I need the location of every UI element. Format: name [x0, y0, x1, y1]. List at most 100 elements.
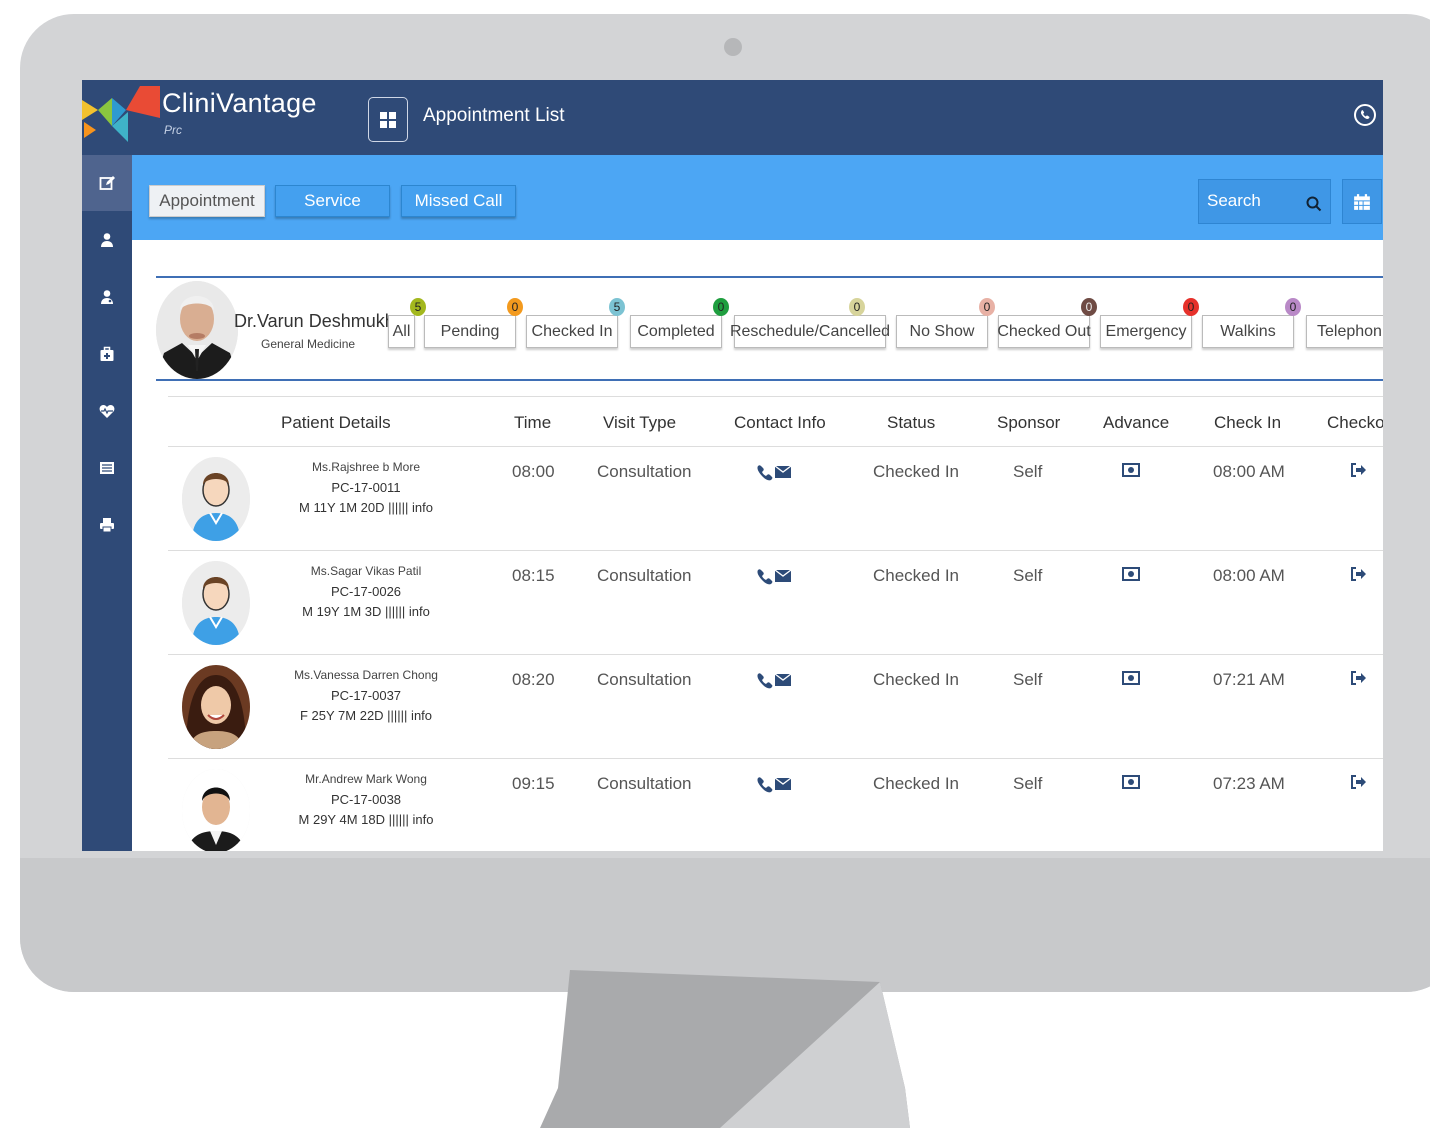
doctor-name: Dr.Varun Deshmukh: [234, 311, 395, 331]
sign-out-icon[interactable]: [1350, 463, 1366, 477]
filter-emergency[interactable]: Emergency 0: [1100, 298, 1199, 348]
money-icon[interactable]: [1122, 567, 1140, 581]
filter-no-show[interactable]: No Show 0: [896, 298, 995, 348]
phone-icon[interactable]: [756, 775, 792, 793]
col-checkout: Checkout: [1327, 413, 1383, 432]
table-row[interactable]: Ms.Sagar Vikas Patil PC-17-0026 M 19Y 1M…: [168, 551, 1383, 655]
filter-walkins[interactable]: Walkins 0: [1202, 298, 1301, 348]
filter-label: Telephonic: [1317, 322, 1383, 340]
visit-type: Consultation: [597, 566, 692, 585]
count-badge: 5: [609, 298, 625, 316]
sidebar-item-appointments[interactable]: [82, 155, 132, 211]
filter-label: Emergency: [1105, 322, 1187, 340]
filter-label: All: [392, 322, 411, 340]
count-badge: 0: [1081, 298, 1097, 316]
filter-label: Completed: [637, 322, 715, 340]
male-avatar: [182, 561, 250, 645]
patient-id: PC-17-0037: [330, 688, 402, 703]
phone-call-icon[interactable]: [1353, 103, 1377, 127]
brand-name: CliniVantage: [162, 88, 317, 118]
sidebar-item-list[interactable]: [82, 440, 132, 496]
filter-label: No Show: [909, 322, 975, 340]
filter-pending[interactable]: Pending 0: [424, 298, 523, 348]
count-badge: 0: [1285, 298, 1301, 316]
filter-reschedule-cancelled[interactable]: Reschedule/Cancelled 0: [730, 298, 890, 348]
check-in-time: 07:23 AM: [1213, 774, 1285, 793]
monitor-stand: [540, 970, 910, 1128]
count-badge: 5: [410, 298, 426, 316]
sidebar-item-doctors[interactable]: [82, 269, 132, 325]
patient-name[interactable]: Ms.Vanessa Darren Chong: [266, 668, 466, 682]
col-visit-type: Visit Type: [603, 413, 677, 432]
top-bar: CliniVantage Prc Appointment List: [82, 80, 1383, 155]
status-text: Checked In: [873, 566, 959, 585]
filter-checked-out[interactable]: Checked Out 0: [997, 298, 1097, 348]
grid-icon: [380, 111, 396, 128]
col-sponsor: Sponsor: [997, 413, 1061, 432]
sponsor-text: Self: [1013, 774, 1043, 793]
appointment-time: 08:00: [512, 462, 555, 481]
page-title: Appointment List: [423, 105, 565, 126]
col-check-in: Check In: [1214, 413, 1282, 432]
status-text: Checked In: [873, 462, 959, 481]
table-row[interactable]: Ms.Vanessa Darren Chong PC-17-0037 F 25Y…: [168, 655, 1383, 759]
phone-icon[interactable]: [756, 567, 792, 585]
apps-grid-button[interactable]: [368, 97, 408, 142]
col-advance: Advance: [1103, 413, 1170, 432]
patient-id: PC-17-0011: [331, 480, 401, 495]
doctor-photo: [156, 281, 238, 379]
check-in-time: 08:00 AM: [1213, 566, 1285, 585]
table-row[interactable]: Mr.Andrew Mark Wong PC-17-0038 M 29Y 4M …: [168, 759, 1383, 851]
sign-out-icon[interactable]: [1350, 567, 1366, 581]
money-icon[interactable]: [1122, 671, 1140, 685]
patient-meta[interactable]: M 29Y 4M 18D |||||| info: [266, 812, 466, 827]
filter-checked-in[interactable]: Checked In 5: [526, 298, 625, 348]
action-bar: Appointment Service Missed Call Search: [132, 155, 1383, 240]
calendar-button[interactable]: [1342, 179, 1382, 224]
doctor-icon: [101, 290, 113, 304]
tab-appointment[interactable]: Appointment: [149, 185, 265, 217]
visit-type: Consultation: [597, 774, 692, 793]
list-icon: [100, 462, 114, 474]
monitor-camera: [724, 38, 742, 56]
filter-completed[interactable]: Completed 0: [630, 298, 729, 348]
sidebar-item-vitals[interactable]: [82, 383, 132, 439]
table-row[interactable]: Ms.Rajshree b More PC-17-0011 M 11Y 1M 2…: [168, 447, 1383, 551]
status-text: Checked In: [873, 774, 959, 793]
tab-missed-call[interactable]: Missed Call: [401, 185, 516, 217]
phone-icon[interactable]: [756, 671, 792, 689]
sidebar-item-medical[interactable]: [82, 326, 132, 382]
patient-name[interactable]: Ms.Rajshree b More: [266, 460, 466, 474]
phone-icon[interactable]: [756, 463, 792, 481]
money-icon[interactable]: [1122, 775, 1140, 789]
col-contact-info: Contact Info: [734, 413, 826, 432]
appointment-time: 08:20: [512, 670, 555, 689]
male-photo: [182, 769, 250, 851]
table-header: Patient Details Time Visit Type Contact …: [168, 396, 1383, 447]
patient-meta[interactable]: F 25Y 7M 22D |||||| info: [266, 708, 466, 723]
filter-all[interactable]: All 5: [388, 298, 426, 348]
count-badge: 0: [507, 298, 523, 316]
search-placeholder: Search: [1207, 191, 1261, 210]
sidebar-item-patient[interactable]: [82, 212, 132, 268]
col-patient-details: Patient Details: [281, 413, 391, 432]
tab-service[interactable]: Service: [275, 185, 390, 217]
user-icon: [101, 233, 113, 247]
sidebar-item-print[interactable]: [82, 497, 132, 553]
calendar-icon: [1354, 193, 1370, 210]
filter-telephonic[interactable]: Telephonic: [1306, 315, 1383, 348]
appointment-time: 09:15: [512, 774, 555, 793]
sponsor-text: Self: [1013, 670, 1043, 689]
status-text: Checked In: [873, 670, 959, 689]
patient-meta[interactable]: M 19Y 1M 3D |||||| info: [266, 604, 466, 619]
patient-name[interactable]: Ms.Sagar Vikas Patil: [266, 564, 466, 578]
search-input[interactable]: Search: [1198, 179, 1331, 224]
check-in-time: 07:21 AM: [1213, 670, 1285, 689]
filter-label: Pending: [440, 322, 500, 340]
patient-meta[interactable]: M 11Y 1M 20D |||||| info: [266, 500, 466, 515]
search-icon[interactable]: [1306, 196, 1322, 212]
sign-out-icon[interactable]: [1350, 671, 1366, 685]
patient-name[interactable]: Mr.Andrew Mark Wong: [266, 772, 466, 786]
money-icon[interactable]: [1122, 463, 1140, 477]
sign-out-icon[interactable]: [1350, 775, 1366, 789]
